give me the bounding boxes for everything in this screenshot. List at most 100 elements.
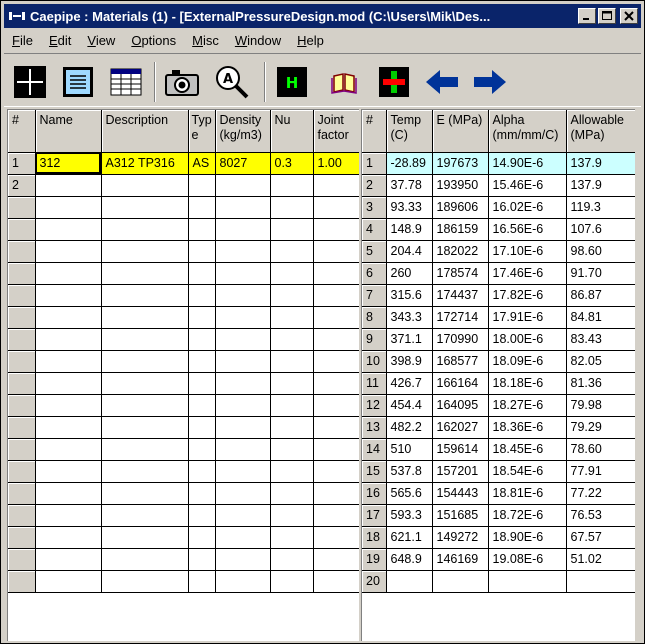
materials-col-description[interactable]: Description <box>101 110 189 153</box>
alpha-cell[interactable]: 18.18E-6 <box>488 372 567 395</box>
empty-cell[interactable] <box>270 306 314 329</box>
table-row[interactable] <box>8 372 359 395</box>
empty-cell[interactable] <box>215 438 271 461</box>
empty-cell[interactable] <box>270 372 314 395</box>
table-row[interactable]: 17 593.3 151685 18.72E-6 76.53 <box>362 504 635 527</box>
temp-cell[interactable]: 565.6 <box>386 482 433 505</box>
empty-cell[interactable] <box>270 262 314 285</box>
empty-cell[interactable] <box>270 196 314 219</box>
empty-cell[interactable] <box>35 328 102 351</box>
allowable-cell[interactable]: 81.36 <box>566 372 635 395</box>
empty-cell[interactable] <box>188 372 216 395</box>
empty-cell[interactable] <box>101 218 189 241</box>
empty-cell[interactable] <box>215 504 271 527</box>
e-modulus-cell[interactable]: 154443 <box>432 482 489 505</box>
row-header[interactable]: 19 <box>362 548 387 571</box>
empty-cell[interactable] <box>313 526 359 549</box>
alpha-cell[interactable]: 15.46E-6 <box>488 174 567 197</box>
row-header[interactable]: 11 <box>362 372 387 395</box>
empty-cell[interactable] <box>313 284 359 307</box>
table-row[interactable]: 9 371.1 170990 18.00E-6 83.43 <box>362 328 635 351</box>
table-row[interactable] <box>8 284 359 307</box>
temp-cell[interactable]: 648.9 <box>386 548 433 571</box>
temp-cell[interactable]: 343.3 <box>386 306 433 329</box>
empty-cell[interactable] <box>313 394 359 417</box>
add-cross-icon[interactable] <box>376 64 412 100</box>
row-header[interactable]: 1 <box>362 152 387 175</box>
table-row[interactable] <box>8 218 359 241</box>
table-row[interactable]: 1 -28.89 197673 14.90E-6 137.9 <box>362 152 635 175</box>
empty-cell[interactable] <box>215 570 271 593</box>
empty-cell[interactable] <box>35 570 102 593</box>
row-header[interactable]: 15 <box>362 460 387 483</box>
row-header[interactable]: 18 <box>362 526 387 549</box>
row-header[interactable] <box>8 306 36 329</box>
allowable-cell[interactable]: 91.70 <box>566 262 635 285</box>
row-header[interactable]: 20 <box>362 570 387 593</box>
empty-cell[interactable] <box>188 394 216 417</box>
empty-cell[interactable] <box>101 416 189 439</box>
minimize-button[interactable] <box>578 8 596 24</box>
row-header[interactable]: 9 <box>362 328 387 351</box>
allowable-cell[interactable]: 119.3 <box>566 196 635 219</box>
row-header[interactable]: 1 <box>8 152 36 175</box>
empty-cell[interactable] <box>215 306 271 329</box>
empty-cell[interactable] <box>101 196 189 219</box>
alpha-cell[interactable]: 19.08E-6 <box>488 548 567 571</box>
row-header[interactable]: 4 <box>362 218 387 241</box>
camera-icon[interactable] <box>164 64 200 100</box>
table-row[interactable]: 19 648.9 146169 19.08E-6 51.02 <box>362 548 635 571</box>
empty-cell[interactable] <box>313 460 359 483</box>
empty-cell[interactable] <box>188 284 216 307</box>
menu-file[interactable]: File <box>4 33 41 48</box>
empty-cell[interactable] <box>101 460 189 483</box>
empty-cell[interactable] <box>188 218 216 241</box>
materials-col-name[interactable]: Name <box>35 110 102 153</box>
table-row[interactable] <box>8 460 359 483</box>
material-nu-cell[interactable] <box>270 174 314 197</box>
allowable-cell[interactable]: 83.43 <box>566 328 635 351</box>
title-bar[interactable]: Caepipe : Materials (1) - [ExternalPress… <box>4 4 641 28</box>
e-modulus-cell[interactable]: 159614 <box>432 438 489 461</box>
row-header[interactable]: 5 <box>362 240 387 263</box>
row-header[interactable] <box>8 548 36 571</box>
menu-edit[interactable]: Edit <box>41 33 79 48</box>
temp-cell[interactable]: -28.89 <box>386 152 433 175</box>
row-header[interactable] <box>8 196 36 219</box>
empty-cell[interactable] <box>188 350 216 373</box>
props-col-e[interactable]: E (MPa) <box>432 110 489 153</box>
empty-cell[interactable] <box>101 548 189 571</box>
props-col-alpha[interactable]: Alpha (mm/mm/C) <box>488 110 567 153</box>
table-row[interactable]: 20 <box>362 570 635 593</box>
material-description-cell[interactable] <box>101 174 189 197</box>
row-header[interactable] <box>8 328 36 351</box>
material-type-cell[interactable]: AS <box>188 152 216 175</box>
alpha-cell[interactable]: 16.02E-6 <box>488 196 567 219</box>
table-row[interactable]: 13 482.2 162027 18.36E-6 79.29 <box>362 416 635 439</box>
menu-view[interactable]: View <box>79 33 123 48</box>
table-row[interactable]: 10 398.9 168577 18.09E-6 82.05 <box>362 350 635 373</box>
empty-cell[interactable] <box>35 262 102 285</box>
allowable-cell[interactable]: 137.9 <box>566 174 635 197</box>
temp-cell[interactable]: 204.4 <box>386 240 433 263</box>
book-icon[interactable] <box>326 64 362 100</box>
zoom-search-icon[interactable]: A <box>214 64 250 100</box>
empty-cell[interactable] <box>313 262 359 285</box>
row-header[interactable] <box>8 372 36 395</box>
row-header[interactable] <box>8 438 36 461</box>
temp-cell[interactable]: 148.9 <box>386 218 433 241</box>
caepipe-app-icon[interactable] <box>8 9 26 23</box>
empty-cell[interactable] <box>270 548 314 571</box>
empty-cell[interactable] <box>101 372 189 395</box>
allowable-cell[interactable]: 79.29 <box>566 416 635 439</box>
empty-cell[interactable] <box>35 416 102 439</box>
table-row[interactable] <box>8 526 359 549</box>
materials-col-nu[interactable]: Nu <box>270 110 314 153</box>
allowable-cell[interactable]: 98.60 <box>566 240 635 263</box>
empty-cell[interactable] <box>270 284 314 307</box>
row-header[interactable]: 6 <box>362 262 387 285</box>
empty-cell[interactable] <box>313 306 359 329</box>
material-nu-cell[interactable]: 0.3 <box>270 152 314 175</box>
e-modulus-cell[interactable]: 182022 <box>432 240 489 263</box>
allowable-cell[interactable]: 82.05 <box>566 350 635 373</box>
